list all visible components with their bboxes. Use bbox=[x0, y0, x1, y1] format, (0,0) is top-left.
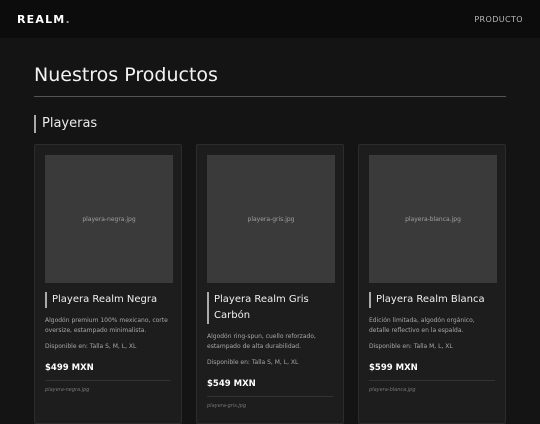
nav-link-producto[interactable]: PRODUCTO bbox=[474, 15, 523, 24]
brand-logo[interactable]: REALM. bbox=[17, 13, 71, 26]
top-navbar: REALM. PRODUCTO bbox=[0, 0, 540, 38]
product-card[interactable]: playera-blanca.jpg Playera Realm Blanca … bbox=[358, 144, 506, 424]
product-sizes: Disponible en: Talla S, M, L, XL bbox=[207, 359, 299, 366]
product-description: Algodón ring-spun, cuello reforzado, est… bbox=[207, 333, 316, 350]
brand-logo-dot: . bbox=[65, 12, 71, 26]
product-filename: playera-negra.jpg bbox=[45, 380, 171, 393]
product-price: $599 MXN bbox=[369, 363, 418, 373]
product-image[interactable]: playera-blanca.jpg bbox=[369, 155, 497, 283]
product-filename: playera-blanca.jpg bbox=[369, 380, 495, 393]
product-card[interactable]: playera-negra.jpg Playera Realm Negra Al… bbox=[34, 144, 182, 424]
product-card[interactable]: playera-gris.jpg Playera Realm Gris Carb… bbox=[196, 144, 344, 424]
product-description: Edición limitada, algodón orgánico, deta… bbox=[369, 317, 475, 334]
product-name: Playera Realm Negra bbox=[45, 292, 171, 308]
product-sizes: Disponible en: Talla S, M, L, XL bbox=[45, 343, 137, 350]
product-image[interactable]: playera-negra.jpg bbox=[45, 155, 173, 283]
product-image[interactable]: playera-gris.jpg bbox=[207, 155, 335, 283]
product-filename: playera-gris.jpg bbox=[207, 396, 333, 409]
product-sizes: Disponible en: Talla M, L, XL bbox=[369, 343, 453, 350]
product-name: Playera Realm Blanca bbox=[369, 292, 495, 308]
product-name: Playera Realm Gris Carbón bbox=[207, 292, 333, 324]
section-title: Playeras bbox=[34, 115, 506, 133]
main-content: Nuestros Productos Playeras playera-negr… bbox=[0, 38, 540, 424]
brand-logo-text: REALM bbox=[17, 12, 66, 26]
product-price: $499 MXN bbox=[45, 363, 94, 373]
product-price: $549 MXN bbox=[207, 379, 256, 389]
product-grid: playera-negra.jpg Playera Realm Negra Al… bbox=[34, 144, 506, 424]
page-title: Nuestros Productos bbox=[34, 38, 506, 97]
product-description: Algodón premium 100% mexicano, corte ove… bbox=[45, 317, 168, 334]
